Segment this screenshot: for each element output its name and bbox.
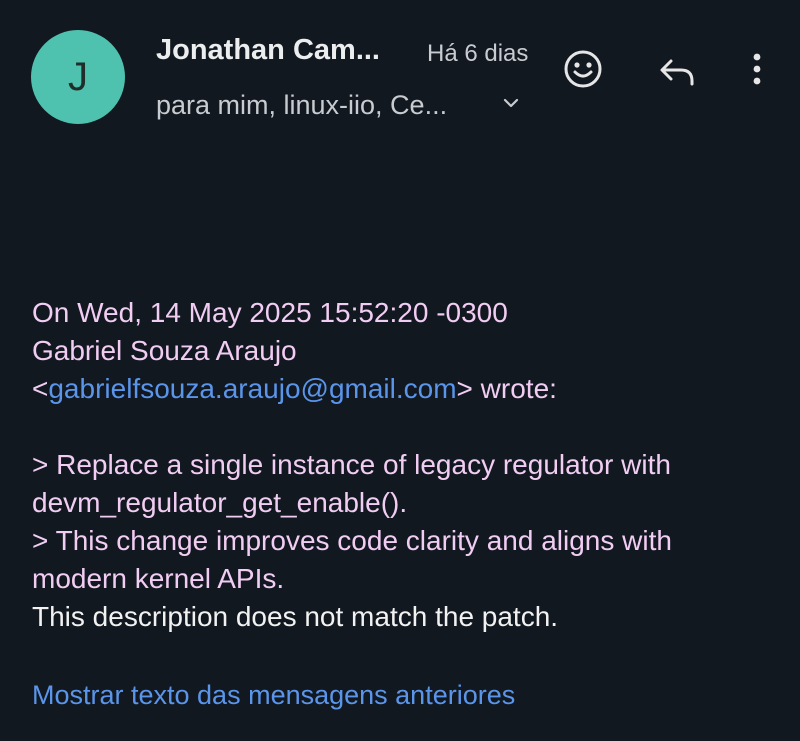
quote-email-line: <gabrielfsouza.araujo@gmail.com> wrote: — [32, 370, 782, 408]
chevron-down-icon[interactable] — [500, 92, 522, 114]
add-reaction-button[interactable] — [560, 46, 606, 92]
reply-icon — [660, 59, 694, 86]
more-vert-icon — [753, 53, 761, 85]
reply-button[interactable] — [654, 48, 700, 94]
email-open-bracket: < — [32, 373, 49, 404]
email-close-wrote: > wrote: — [456, 373, 557, 404]
quote-header-line: On Wed, 14 May 2025 15:52:20 -0300 — [32, 297, 508, 328]
avatar[interactable]: J — [31, 30, 125, 124]
message-body: On Wed, 14 May 2025 15:52:20 -0300 Gabri… — [32, 294, 782, 636]
quoted-line: modern kernel APIs. — [32, 563, 285, 594]
quoted-line: > This change improves code clarity and … — [32, 525, 672, 556]
smiley-icon — [564, 50, 602, 88]
email-link[interactable]: gabrielfsouza.araujo@gmail.com — [48, 373, 456, 404]
quoted-line: devm_regulator_get_enable(). — [32, 487, 408, 518]
reply-text: This description does not match the patc… — [32, 601, 559, 632]
show-previous-messages-link[interactable]: Mostrar texto das mensagens anteriores — [32, 680, 515, 711]
timestamp: Há 6 dias — [427, 40, 529, 67]
quoted-line: > Replace a single instance of legacy re… — [32, 449, 671, 480]
quote-author: Gabriel Souza Araujo — [32, 335, 297, 366]
recipients[interactable]: para mim, linux-iio, Ce... — [156, 90, 447, 121]
sender-name[interactable]: Jonathan Cam... — [156, 34, 380, 67]
avatar-letter: J — [68, 55, 88, 99]
more-options-button[interactable] — [738, 46, 776, 92]
